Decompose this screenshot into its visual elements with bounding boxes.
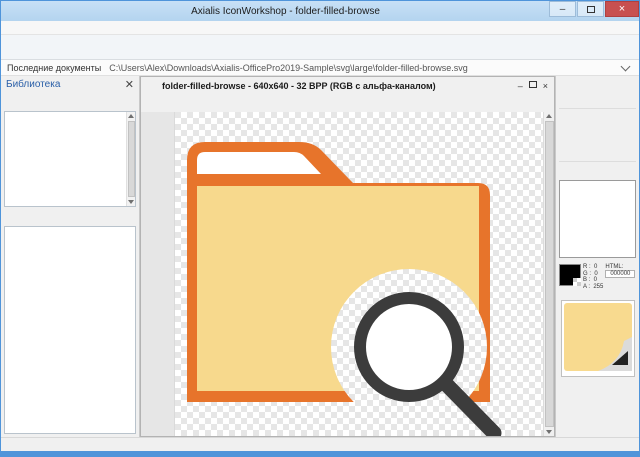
scrollbar-thumb[interactable] bbox=[127, 121, 135, 197]
caption-buttons: – × bbox=[548, 1, 639, 21]
brush-size-row-2 bbox=[559, 121, 636, 131]
canvas-margin bbox=[141, 112, 175, 436]
app-window: Axialis IconWorkshop - folder-filled-bro… bbox=[0, 0, 640, 457]
html-color-value[interactable]: 000000 bbox=[605, 270, 636, 278]
document-title: folder-filled-browse - 640x640 - 32 BPP … bbox=[162, 80, 436, 91]
document-caption-buttons: – × bbox=[518, 80, 550, 91]
scrollbar-thumb[interactable] bbox=[544, 121, 554, 427]
scroll-down-icon[interactable] bbox=[546, 430, 552, 434]
library-panel: Библиотека ✕ bbox=[1, 76, 140, 437]
maximize-icon bbox=[586, 5, 595, 13]
copy-color-icon[interactable] bbox=[605, 280, 615, 290]
brush-size-row-1 bbox=[559, 111, 636, 121]
scroll-up-icon[interactable] bbox=[546, 114, 552, 118]
gradient-style-row bbox=[559, 131, 636, 145]
titlebar: Axialis IconWorkshop - folder-filled-bro… bbox=[1, 0, 639, 21]
doc-close-button[interactable]: × bbox=[543, 81, 548, 91]
document-window: folder-filled-browse - 640x640 - 32 BPP … bbox=[140, 76, 555, 437]
current-color-preview[interactable] bbox=[559, 264, 581, 286]
window-border bbox=[1, 451, 639, 457]
main-area: Библиотека ✕ folder-filled-browse - 640x… bbox=[1, 76, 639, 437]
statusbar bbox=[1, 437, 639, 451]
canvas-vertical-scrollbar[interactable] bbox=[543, 112, 554, 436]
document-toolbar bbox=[141, 94, 554, 112]
scroll-down-icon[interactable] bbox=[128, 200, 134, 204]
close-panel-icon[interactable]: ✕ bbox=[125, 78, 134, 91]
folder-icon-artwork bbox=[175, 112, 543, 436]
recent-documents-label: Последние документы bbox=[7, 62, 102, 73]
library-tree bbox=[4, 111, 136, 207]
scroll-up-icon[interactable] bbox=[128, 114, 134, 118]
library-toolbar-bottom bbox=[1, 208, 139, 225]
close-button[interactable]: × bbox=[605, 1, 639, 17]
transform-tools-row bbox=[559, 145, 636, 159]
recent-document-path[interactable]: C:\Users\Alex\Downloads\Axialis-OfficePr… bbox=[109, 63, 618, 73]
icon-preview-pane bbox=[560, 300, 635, 377]
tree-scrollbar[interactable] bbox=[126, 112, 135, 206]
library-panel-title: Библиотека bbox=[6, 79, 61, 90]
rgba-values: R : 0 G : 0 B : 0 A : 255 bbox=[583, 264, 604, 290]
menubar bbox=[1, 21, 639, 35]
window-title: Axialis IconWorkshop - folder-filled-bro… bbox=[191, 5, 380, 17]
maximize-button[interactable] bbox=[577, 1, 604, 17]
folder-tab-interior bbox=[197, 152, 321, 174]
tools-panel: R : 0 G : 0 B : 0 A : 255 HTML: 000000 bbox=[555, 76, 639, 437]
document-icon bbox=[145, 79, 159, 93]
library-panel-header: Библиотека ✕ bbox=[1, 76, 139, 93]
minimize-button[interactable]: – bbox=[549, 1, 576, 17]
color-info: R : 0 G : 0 B : 0 A : 255 HTML: 000000 bbox=[559, 264, 636, 294]
main-toolbar bbox=[1, 35, 639, 60]
paste-color-icon[interactable] bbox=[617, 280, 627, 290]
editor-canvas[interactable] bbox=[175, 112, 543, 436]
library-folder-grid bbox=[4, 226, 136, 434]
doc-minimize-button[interactable]: – bbox=[518, 81, 523, 91]
chevron-down-icon[interactable] bbox=[620, 61, 631, 71]
document-titlebar: folder-filled-browse - 640x640 - 32 BPP … bbox=[141, 77, 554, 94]
canvas-area bbox=[141, 112, 554, 436]
library-toolbar-top bbox=[1, 93, 139, 110]
recent-documents-bar: Последние документы C:\Users\Alex\Downlo… bbox=[1, 60, 639, 76]
app-icon bbox=[5, 4, 19, 18]
draw-tools-row-1 bbox=[559, 78, 636, 92]
color-spectrum-grid[interactable] bbox=[559, 180, 636, 258]
doc-maximize-button[interactable] bbox=[528, 80, 537, 88]
icon-preview-thumbnail bbox=[563, 303, 632, 371]
draw-tools-row-2 bbox=[559, 92, 636, 106]
palette-toolbar bbox=[559, 164, 636, 178]
